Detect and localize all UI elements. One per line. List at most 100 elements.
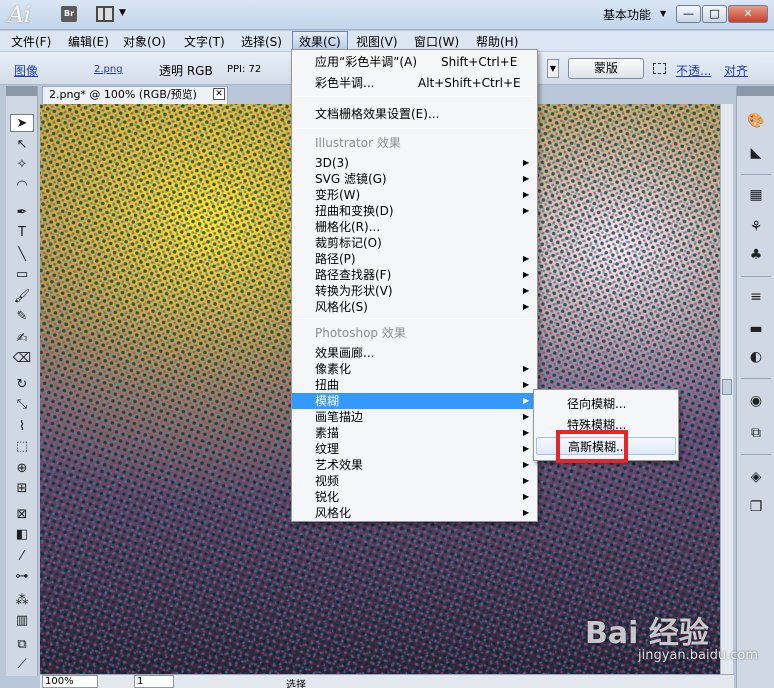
- magic-wand-tool-icon[interactable]: ✧: [10, 156, 34, 174]
- chevron-down-icon[interactable]: ▼: [119, 8, 126, 18]
- apply-last-effect-item[interactable]: 应用“彩色半调”(A) Shift+Ctrl+E: [292, 54, 537, 70]
- menu-item-effect-gallery[interactable]: 效果画廊...: [292, 345, 537, 361]
- eraser-tool-icon[interactable]: ⌫: [10, 350, 34, 368]
- lasso-tool-icon[interactable]: ◠: [10, 177, 34, 195]
- graphic-styles-icon[interactable]: ⧉: [746, 424, 766, 442]
- line-tool-icon[interactable]: ╲: [10, 246, 34, 264]
- opacity-link[interactable]: 不透...: [676, 62, 711, 79]
- menu-view[interactable]: 视图(V): [356, 33, 398, 50]
- bridge-button[interactable]: Br: [61, 6, 77, 22]
- last-effect-item[interactable]: 彩色半调... Alt+Shift+Ctrl+E: [292, 75, 537, 91]
- object-type-link[interactable]: 图像: [14, 62, 38, 79]
- gradient-icon[interactable]: ▬: [746, 320, 766, 338]
- menu-type[interactable]: 文字(T): [184, 33, 225, 50]
- menu-item-video[interactable]: 视频 ▶: [292, 473, 537, 489]
- scale-tool-icon[interactable]: ⤡: [10, 396, 34, 414]
- color-palette-icon[interactable]: 🎨: [746, 112, 766, 130]
- swatches-icon[interactable]: ▦: [746, 186, 766, 204]
- menu-item-rasterize[interactable]: 栅格化(R)...: [292, 219, 537, 235]
- pen-tool-icon[interactable]: ✒: [10, 204, 34, 222]
- menu-file[interactable]: 文件(F): [11, 33, 51, 50]
- stroke-icon[interactable]: ≡: [746, 288, 766, 306]
- app-logo: Ai: [8, 3, 31, 28]
- type-tool-icon[interactable]: T: [10, 224, 34, 242]
- column-graph-tool-icon[interactable]: ▥: [10, 612, 34, 630]
- menu-item-distort[interactable]: 扭曲 ▶: [292, 377, 537, 393]
- paintbrush-tool-icon[interactable]: 🖌: [10, 288, 34, 306]
- blob-brush-tool-icon[interactable]: ✍: [10, 330, 34, 348]
- slice-tool-icon[interactable]: ⟋: [10, 656, 34, 674]
- arrange-documents-icon[interactable]: [96, 6, 114, 22]
- shape-builder-tool-icon[interactable]: ⊕: [10, 460, 34, 478]
- menu-select[interactable]: 选择(S): [241, 33, 282, 50]
- appearance-icon[interactable]: ◉: [746, 392, 766, 410]
- symbols-icon[interactable]: ♣: [746, 246, 766, 264]
- vertical-scrollbar[interactable]: [720, 104, 733, 674]
- close-icon[interactable]: ✕: [213, 88, 225, 100]
- chevron-down-icon[interactable]: ▼: [660, 9, 666, 18]
- menu-item-label: 模糊: [315, 394, 340, 408]
- align-link[interactable]: 对齐: [724, 62, 748, 79]
- transparency-icon[interactable]: ◐: [746, 348, 766, 366]
- submenu-arrow-icon: ▶: [523, 286, 530, 295]
- mesh-tool-icon[interactable]: ⊠: [10, 506, 34, 524]
- menu-item-3d[interactable]: 3D(3) ▶: [292, 155, 537, 171]
- panel-grip[interactable]: [6, 86, 37, 96]
- rectangle-tool-icon[interactable]: ▭: [10, 266, 34, 284]
- menu-item-pathfinder[interactable]: 路径查找器(F) ▶: [292, 267, 537, 283]
- maximize-button[interactable]: □: [702, 5, 727, 23]
- menu-item-stylize-ps[interactable]: 风格化 ▶: [292, 505, 537, 521]
- minimize-button[interactable]: —: [676, 5, 701, 23]
- menu-item-artistic[interactable]: 艺术效果 ▶: [292, 457, 537, 473]
- artboard-tool-icon[interactable]: ⧉: [10, 636, 34, 654]
- transform-icon[interactable]: [653, 63, 666, 74]
- menu-item-sketch[interactable]: 素描 ▶: [292, 425, 537, 441]
- rotate-tool-icon[interactable]: ↻: [10, 376, 34, 394]
- color-guide-icon[interactable]: ◣: [746, 144, 766, 162]
- direct-selection-tool-icon[interactable]: ↖: [10, 136, 34, 154]
- menu-help[interactable]: 帮助(H): [476, 33, 518, 50]
- chevron-down-icon[interactable]: ▼: [547, 59, 559, 78]
- menu-item-distort-transform[interactable]: 扭曲和变换(D) ▶: [292, 203, 537, 219]
- menu-item-svg-filters[interactable]: SVG 滤镜(G) ▶: [292, 171, 537, 187]
- panel-grip[interactable]: [737, 86, 774, 96]
- radial-blur-item[interactable]: 径向模糊...: [534, 395, 678, 413]
- document-raster-settings-item[interactable]: 文档栅格效果设置(E)...: [292, 106, 537, 122]
- menu-item-shortcut: Shift+Ctrl+E: [441, 55, 518, 69]
- menu-item-brush-strokes[interactable]: 画笔描边 ▶: [292, 409, 537, 425]
- menu-effect[interactable]: 效果(C): [292, 31, 348, 51]
- menu-item-convert-to-shape[interactable]: 转换为形状(V) ▶: [292, 283, 537, 299]
- pencil-tool-icon[interactable]: ✎: [10, 308, 34, 326]
- menu-object[interactable]: 对象(O): [123, 33, 166, 50]
- selection-tool-icon[interactable]: ➤: [10, 114, 34, 132]
- scrollbar-thumb[interactable]: [722, 379, 732, 395]
- menu-item-sharpen[interactable]: 锐化 ▶: [292, 489, 537, 505]
- gradient-tool-icon[interactable]: ◧: [10, 526, 34, 544]
- free-transform-tool-icon[interactable]: ⬚: [10, 438, 34, 456]
- perspective-grid-tool-icon[interactable]: ⊞: [10, 480, 34, 498]
- artboard-number-field[interactable]: 1: [134, 675, 174, 688]
- linked-file-name[interactable]: 2.png: [94, 64, 123, 75]
- menu-item-blur[interactable]: 模糊 ▶: [292, 393, 537, 409]
- menu-item-texture[interactable]: 纹理 ▶: [292, 441, 537, 457]
- workspace-switcher[interactable]: 基本功能: [603, 6, 651, 23]
- layers-icon[interactable]: ◈: [746, 468, 766, 486]
- eyedropper-tool-icon[interactable]: ⁄: [10, 548, 34, 566]
- warp-tool-icon[interactable]: ⌇: [10, 418, 34, 436]
- menu-edit[interactable]: 编辑(E): [68, 33, 109, 50]
- menu-item-warp[interactable]: 变形(W) ▶: [292, 187, 537, 203]
- blend-tool-icon[interactable]: ⊶: [10, 568, 34, 586]
- menu-window[interactable]: 窗口(W): [414, 33, 459, 50]
- brushes-icon[interactable]: ⚘: [746, 218, 766, 236]
- zoom-field[interactable]: 100%: [42, 675, 98, 688]
- mask-button[interactable]: 蒙版: [568, 58, 644, 79]
- close-button[interactable]: ✕: [728, 5, 768, 23]
- menu-item-stylize-ai[interactable]: 风格化(S) ▶: [292, 299, 537, 315]
- menu-item-path[interactable]: 路径(P) ▶: [292, 251, 537, 267]
- menu-item-pixelate[interactable]: 像素化 ▶: [292, 361, 537, 377]
- document-tab[interactable]: 2.png* @ 100% (RGB/预览): [42, 86, 228, 104]
- menu-item-label: 应用“彩色半调”(A): [315, 55, 418, 69]
- symbol-sprayer-tool-icon[interactable]: ⁂: [10, 592, 34, 610]
- artboards-icon[interactable]: ❐: [746, 498, 766, 516]
- menu-item-crop-marks[interactable]: 裁剪标记(O): [292, 235, 537, 251]
